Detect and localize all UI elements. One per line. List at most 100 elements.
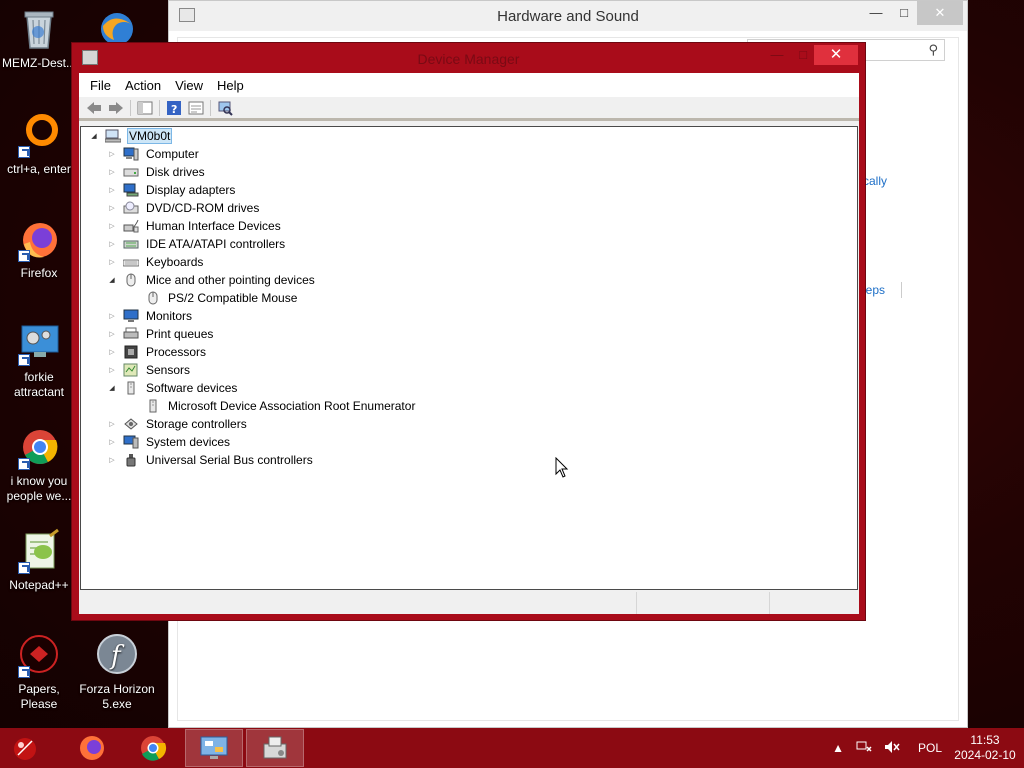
- tree-category-node[interactable]: ▷ Monitors: [107, 307, 193, 325]
- network-icon[interactable]: [856, 740, 872, 757]
- hw-close-button[interactable]: ✕: [917, 1, 963, 25]
- printer-icon: [123, 327, 139, 341]
- chrome-icon: [141, 736, 167, 761]
- desktop-icon-ctrl-a[interactable]: ctrl+a, enter: [0, 112, 78, 177]
- tree-category-node[interactable]: ▷ Universal Serial Bus controllers: [107, 451, 314, 469]
- device-manager-window[interactable]: Device Manager — □ ✕ File Action View He…: [71, 42, 866, 621]
- menu-file[interactable]: File: [83, 73, 118, 97]
- expand-arrow-icon[interactable]: ▷: [107, 204, 117, 212]
- taskbar-clock[interactable]: 11:53 2024-02-10: [954, 733, 1016, 763]
- toolbar-separator: [210, 99, 211, 116]
- tree-category-node[interactable]: ▷ Disk drives: [107, 163, 206, 181]
- expand-arrow-icon[interactable]: ▷: [107, 330, 117, 338]
- tree-category-node[interactable]: ▷ IDE ATA/ATAPI controllers: [107, 235, 286, 253]
- forward-arrow-icon[interactable]: [105, 98, 127, 118]
- expand-arrow-icon[interactable]: ▷: [107, 456, 117, 464]
- desktop-icon-notepad[interactable]: Notepad++: [0, 528, 78, 593]
- tree-node-label: Microsoft Device Association Root Enumer…: [168, 399, 416, 413]
- firefox-icon: [80, 736, 104, 760]
- show-hide-tree-icon[interactable]: [134, 98, 156, 118]
- mouse-cursor-icon: [555, 456, 569, 482]
- hw-titlebar[interactable]: Hardware and Sound — □ ✕: [169, 1, 967, 31]
- tree-root-node[interactable]: ◢ VM0b0t: [89, 127, 173, 145]
- desktop-icon-chrome[interactable]: i know you people we...: [0, 424, 78, 504]
- firefox-icon: [16, 216, 62, 262]
- tree-category-node[interactable]: ▷ Storage controllers: [107, 415, 248, 433]
- taskbar-chrome-button[interactable]: [124, 729, 182, 767]
- desktop-icon-forkie[interactable]: forkie attractant: [0, 320, 78, 400]
- menu-bar: File Action View Help: [79, 73, 859, 97]
- expand-arrow-icon[interactable]: ▷: [107, 420, 117, 428]
- dm-titlebar[interactable]: Device Manager — □ ✕: [72, 43, 865, 73]
- taskbar-firefox-button[interactable]: [63, 729, 121, 767]
- status-segment: [770, 592, 859, 614]
- expand-arrow-icon[interactable]: ▷: [107, 348, 117, 356]
- tree-node-label: System devices: [146, 435, 231, 449]
- tree-category-node[interactable]: ▷ Computer: [107, 145, 200, 163]
- dm-maximize-button[interactable]: □: [790, 45, 816, 65]
- expand-arrow-icon[interactable]: ▷: [107, 366, 117, 374]
- desktop-icon-forza[interactable]: f Forza Horizon 5.exe: [78, 632, 156, 712]
- tree-category-node[interactable]: ▷ Human Interface Devices: [107, 217, 282, 235]
- tree-category-node[interactable]: ▷ Print queues: [107, 325, 214, 343]
- dm-minimize-button[interactable]: —: [764, 45, 790, 65]
- taskbar-control-panel-button[interactable]: [185, 729, 243, 767]
- hw-maximize-button[interactable]: □: [889, 1, 919, 25]
- tree-category-node[interactable]: ▷ System devices: [107, 433, 231, 451]
- back-arrow-icon[interactable]: [83, 98, 105, 118]
- software-device-icon: [123, 381, 139, 395]
- flash-icon: f: [94, 632, 140, 678]
- desktop-icon-label: Papers, Please: [18, 682, 60, 711]
- scan-hardware-icon[interactable]: [214, 98, 236, 118]
- shortcut-arrow-icon: [18, 354, 30, 366]
- tree-category-node[interactable]: ▷ Keyboards: [107, 253, 204, 271]
- shortcut-arrow-icon: [18, 666, 30, 678]
- tree-category-node[interactable]: ◢ Software devices: [107, 379, 238, 397]
- volume-muted-icon[interactable]: [884, 740, 900, 757]
- dm-close-button[interactable]: ✕: [814, 45, 858, 65]
- desktop-icon-papers-please[interactable]: Papers, Please: [0, 632, 78, 712]
- tree-device-item[interactable]: Microsoft Device Association Root Enumer…: [145, 397, 416, 415]
- expand-arrow-icon[interactable]: ▷: [107, 186, 117, 194]
- desktop-icon-label: ctrl+a, enter: [7, 162, 71, 176]
- taskbar-device-manager-button[interactable]: [246, 729, 304, 767]
- menu-action[interactable]: Action: [118, 73, 168, 97]
- tree-node-label: Sensors: [146, 363, 191, 377]
- start-button[interactable]: [0, 729, 50, 767]
- tree-node-label: Universal Serial Bus controllers: [146, 453, 313, 467]
- desktop-icon-firefox[interactable]: Firefox: [0, 216, 78, 281]
- desktop-icon-memz[interactable]: MEMZ-Dest...: [0, 6, 78, 71]
- collapse-arrow-icon[interactable]: ◢: [89, 132, 99, 140]
- expand-arrow-icon[interactable]: ▷: [107, 258, 117, 266]
- tree-category-node[interactable]: ▷ Display adapters: [107, 181, 236, 199]
- collapse-arrow-icon[interactable]: ◢: [107, 384, 117, 392]
- tree-category-node[interactable]: ▷ Processors: [107, 343, 207, 361]
- hw-minimize-button[interactable]: —: [861, 1, 891, 25]
- expand-arrow-icon[interactable]: ▷: [107, 222, 117, 230]
- expand-arrow-icon[interactable]: ▷: [107, 168, 117, 176]
- start-orb-icon: [14, 738, 36, 760]
- help-icon[interactable]: ?: [163, 98, 185, 118]
- input-language-indicator[interactable]: POL: [918, 741, 942, 755]
- tree-device-item[interactable]: PS/2 Compatible Mouse: [145, 289, 298, 307]
- tree-root-label: VM0b0t: [127, 128, 173, 144]
- expand-arrow-icon[interactable]: ▷: [107, 240, 117, 248]
- expand-arrow-icon[interactable]: ▷: [107, 438, 117, 446]
- tree-category-node[interactable]: ▷ DVD/CD-ROM drives: [107, 199, 260, 217]
- menu-help[interactable]: Help: [210, 73, 251, 97]
- properties-icon[interactable]: [185, 98, 207, 118]
- sensor-icon: [123, 363, 139, 377]
- expand-arrow-icon[interactable]: ▷: [107, 150, 117, 158]
- tree-category-node[interactable]: ▷ Sensors: [107, 361, 191, 379]
- expand-arrow-icon[interactable]: ▷: [107, 312, 117, 320]
- desktop-icon-label: forkie attractant: [13, 370, 65, 399]
- device-tree[interactable]: ◢ VM0b0t ▷ Computer ▷ Disk drives ▷ Display a…: [80, 126, 858, 590]
- clock-date: 2024-02-10: [954, 748, 1016, 762]
- show-hidden-icons-button[interactable]: ▲: [832, 741, 844, 755]
- tree-category-node[interactable]: ◢ Mice and other pointing devices: [107, 271, 316, 289]
- shortcut-arrow-icon: [18, 562, 30, 574]
- system-device-icon: [123, 435, 139, 449]
- collapse-arrow-icon[interactable]: ◢: [107, 276, 117, 284]
- toolbar-separator: [130, 99, 131, 116]
- menu-view[interactable]: View: [168, 73, 210, 97]
